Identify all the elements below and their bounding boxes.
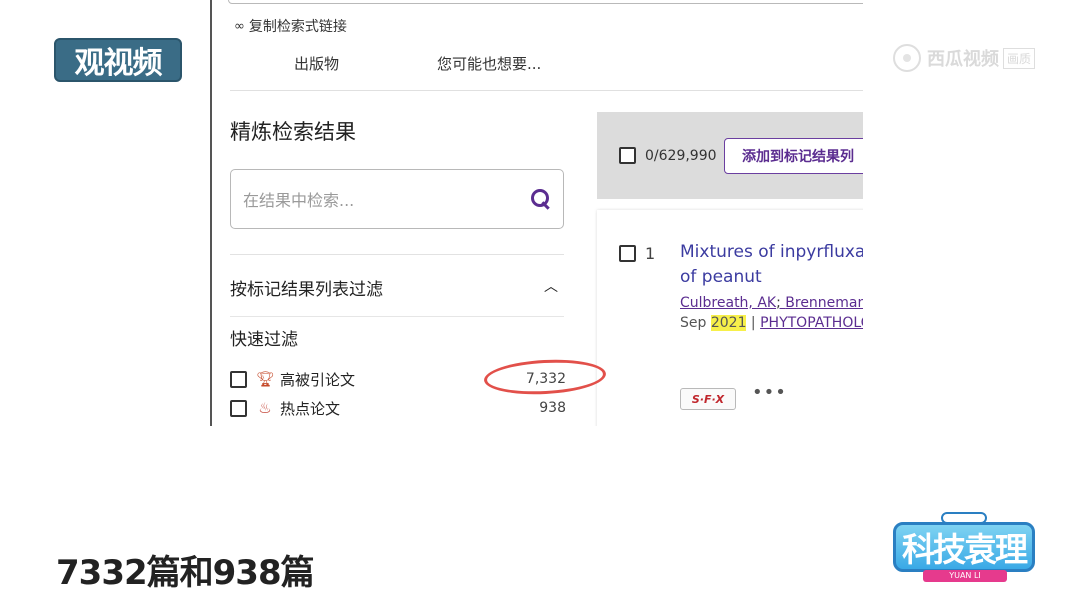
- watermark-icon: [893, 44, 921, 72]
- copy-query-link-label: 复制检索式链接: [248, 19, 347, 35]
- result-tabs: 出版物 您可能也想要...: [294, 53, 639, 74]
- search-query-box[interactable]: [228, 0, 863, 4]
- hot-papers-checkbox[interactable]: [230, 399, 247, 417]
- author-link[interactable]: Brenneman, T: [785, 295, 863, 311]
- watermark-quality-tag: 画质: [1003, 47, 1036, 69]
- trophy-icon: 🏆︎: [256, 370, 276, 388]
- hot-papers-count: 938: [539, 400, 566, 416]
- filter-row-hot-papers[interactable]: ♨ 热点论文 938: [230, 397, 566, 419]
- pub-date-prefix: Sep: [680, 315, 711, 331]
- highly-cited-checkbox[interactable]: [230, 370, 247, 388]
- refine-divider: [230, 254, 564, 255]
- show-logo-subtitle: YUAN LI TECHNOLOGY: [923, 570, 1007, 592]
- select-all-checkbox[interactable]: [619, 147, 636, 164]
- sfx-button[interactable]: S·F·X: [680, 388, 736, 410]
- flame-icon: ♨: [258, 399, 272, 417]
- author-link[interactable]: Culbreath, AK: [680, 295, 776, 311]
- highly-cited-label: 高被引论文: [280, 370, 356, 389]
- refine-search-input[interactable]: 在结果中检索...: [230, 169, 564, 229]
- result-checkbox[interactable]: [619, 245, 636, 262]
- refine-search-placeholder: 在结果中检索...: [243, 191, 355, 210]
- copy-query-link[interactable]: ∞ 复制检索式链接: [234, 16, 347, 36]
- video-subtitle: 7332篇和938篇: [56, 553, 315, 593]
- filter-divider: [230, 316, 564, 317]
- result-select[interactable]: 1: [619, 244, 655, 263]
- more-options-icon[interactable]: •••: [752, 382, 787, 403]
- result-title-line2: of peanut: [680, 267, 762, 287]
- refine-results-title: 精炼检索结果: [230, 120, 356, 144]
- show-logo-title: 科技袁理: [893, 522, 1035, 572]
- tab-you-may-also-like[interactable]: 您可能也想要...: [437, 53, 541, 74]
- show-logo: 科技袁理 YUAN LI TECHNOLOGY: [893, 512, 1035, 592]
- tab-publications[interactable]: 出版物: [294, 53, 339, 74]
- header-divider: [230, 90, 863, 91]
- result-publication-info: Sep 2021 | PHYTOPATHOLOG: [680, 315, 863, 331]
- watermark: 西瓜视频 画质: [893, 44, 1036, 72]
- watermark-text: 西瓜视频: [927, 49, 999, 70]
- select-all[interactable]: 0/629,990: [619, 147, 717, 164]
- quick-filter-heading: 快速过滤: [230, 330, 298, 350]
- filter-by-marked-list[interactable]: 按标记结果列表过滤: [230, 275, 383, 300]
- add-to-marked-list-button[interactable]: 添加到标记结果列: [724, 138, 863, 174]
- selected-count: 0/629,990: [645, 147, 717, 164]
- result-authors: Culbreath, AK; Brenneman, T: [680, 295, 863, 311]
- chevron-up-icon[interactable]: ︿: [544, 276, 558, 296]
- hot-papers-label: 热点论文: [280, 399, 341, 418]
- link-icon: ∞: [234, 18, 245, 34]
- journal-link[interactable]: PHYTOPATHOLOG: [760, 315, 863, 331]
- result-card: 1 Mixtures of inpyrfluxar of peanut Culb…: [597, 210, 863, 426]
- results-toolbar: 0/629,990 添加到标记结果列: [597, 112, 863, 199]
- video-channel-logo: 观视频: [54, 38, 182, 82]
- result-title-line1: Mixtures of inpyrfluxar: [680, 242, 863, 262]
- result-index: 1: [645, 244, 656, 263]
- result-title[interactable]: Mixtures of inpyrfluxar of peanut: [680, 240, 863, 290]
- pub-year: 2021: [710, 315, 747, 331]
- search-icon[interactable]: [529, 188, 551, 210]
